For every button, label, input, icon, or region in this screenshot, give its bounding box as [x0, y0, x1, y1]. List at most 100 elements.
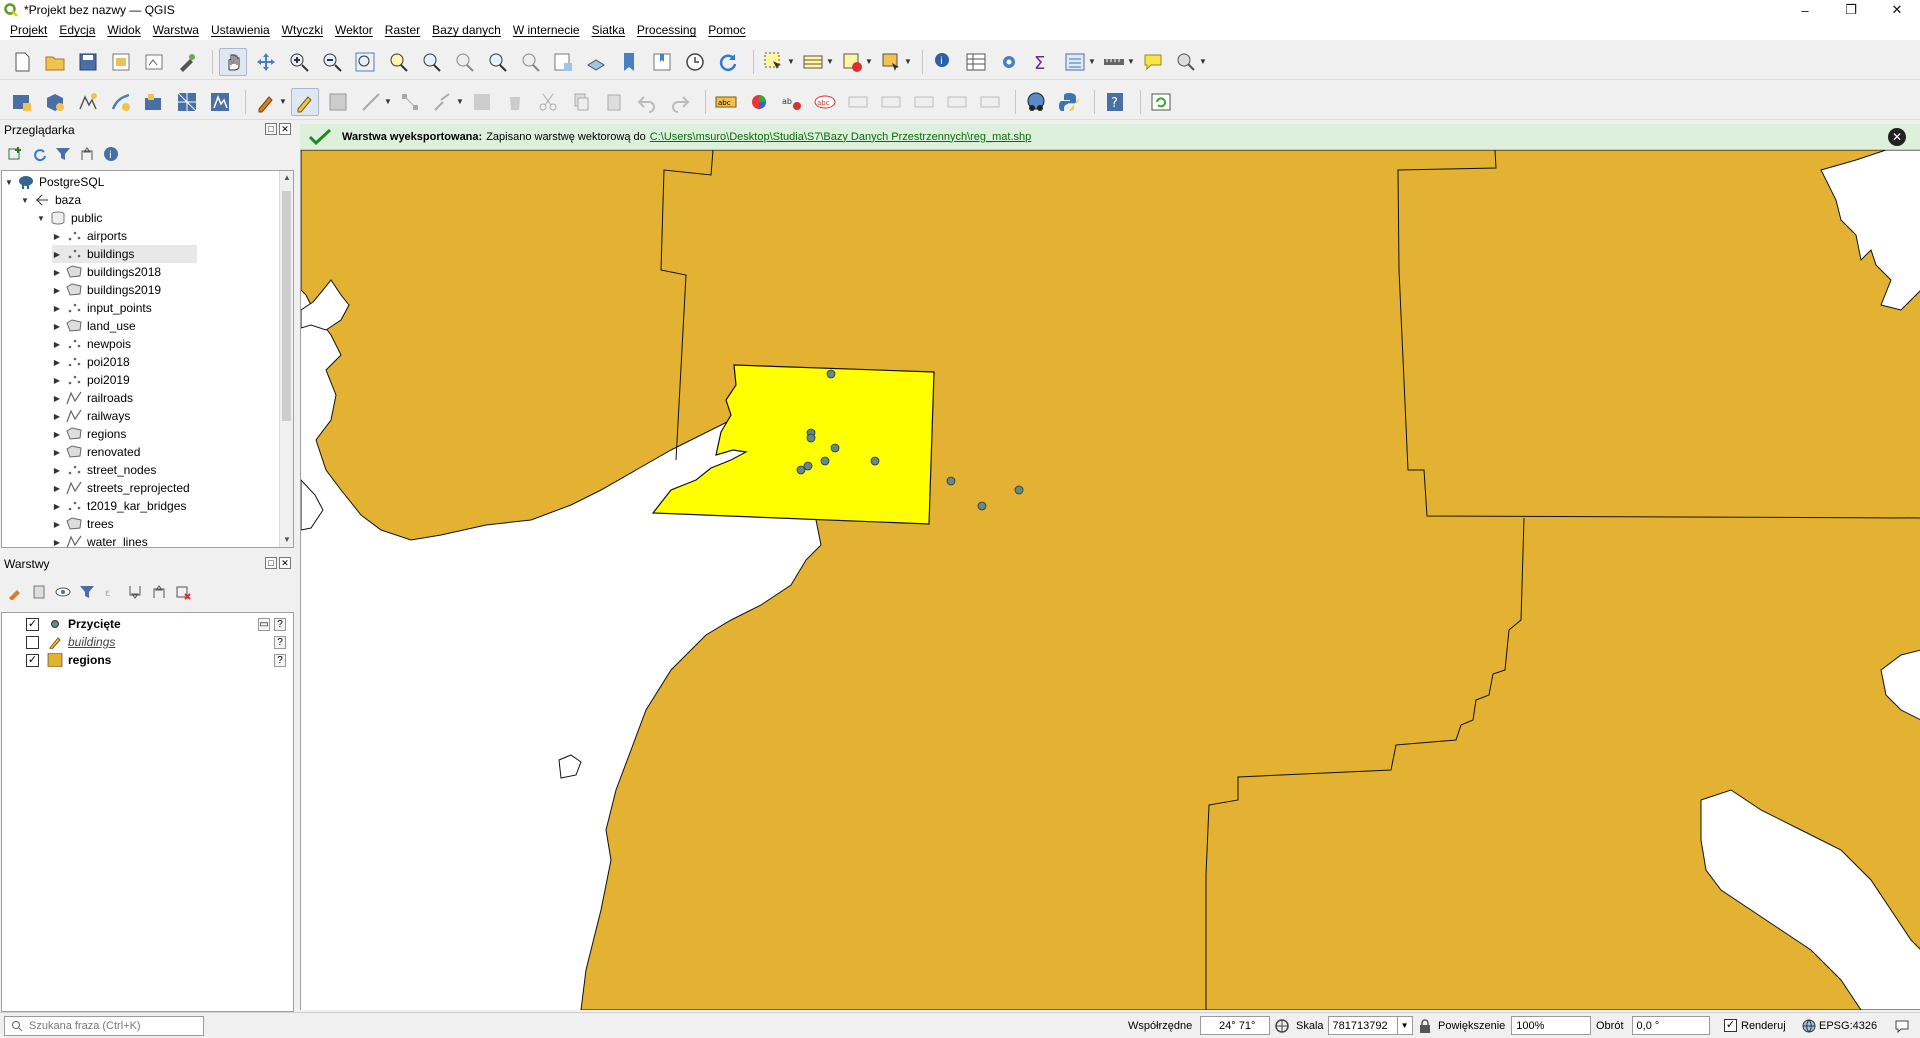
- menu-wtyczki[interactable]: Wtyczki: [276, 23, 329, 37]
- zoom-in-icon[interactable]: [285, 48, 313, 76]
- style-manager-icon[interactable]: [173, 48, 201, 76]
- copy-features-icon[interactable]: [567, 88, 595, 116]
- tree-item-table[interactable]: ▶ streets_reprojected: [52, 479, 190, 497]
- chevron-right-icon[interactable]: ▶: [52, 520, 62, 529]
- chevron-down-icon[interactable]: ▼: [279, 97, 287, 106]
- new-3d-view-icon[interactable]: [582, 48, 610, 76]
- locator-search-icon[interactable]: [1172, 48, 1200, 76]
- minimize-button[interactable]: –: [1782, 0, 1828, 20]
- label-toolbar-icon[interactable]: abc: [712, 88, 740, 116]
- cut-features-icon[interactable]: [534, 88, 562, 116]
- chevron-down-icon[interactable]: ▼: [36, 214, 46, 223]
- redo-icon[interactable]: [666, 88, 694, 116]
- maximize-button[interactable]: ❐: [1828, 0, 1874, 20]
- chevron-right-icon[interactable]: ▶: [52, 304, 62, 313]
- change-label-icon[interactable]: [976, 88, 1004, 116]
- layer-visibility-checkbox[interactable]: ✓: [26, 653, 39, 667]
- clipped-point[interactable]: [870, 456, 880, 466]
- zoom-last-icon[interactable]: [483, 48, 511, 76]
- open-field-calculator-icon[interactable]: [1061, 48, 1089, 76]
- chevron-down-icon[interactable]: ▼: [1127, 57, 1135, 66]
- menu-edycja[interactable]: Edycja: [53, 23, 101, 37]
- filter-legend-icon[interactable]: [78, 583, 96, 601]
- zoom-full-icon[interactable]: [351, 48, 379, 76]
- locator-search-input[interactable]: Szukana fraza (Ctrl+K): [4, 1016, 204, 1036]
- select-features-icon[interactable]: [760, 48, 788, 76]
- refresh-icon[interactable]: [714, 48, 742, 76]
- scroll-up-icon[interactable]: ▲: [280, 171, 293, 185]
- select-by-location-icon[interactable]: [877, 48, 905, 76]
- chevron-down-icon[interactable]: ▼: [787, 57, 795, 66]
- data-source-manager-icon[interactable]: [8, 88, 36, 116]
- clipped-point[interactable]: [977, 501, 987, 511]
- tree-item-table[interactable]: ▶ t2019_kar_bridges: [52, 497, 186, 515]
- manage-visibility-icon[interactable]: [54, 583, 72, 601]
- remove-layer-icon[interactable]: [174, 583, 192, 601]
- chevron-down-icon[interactable]: ▼: [1199, 57, 1207, 66]
- diagram-options-icon[interactable]: [745, 88, 773, 116]
- rotation-field[interactable]: 0,0 °: [1631, 1016, 1710, 1035]
- chevron-right-icon[interactable]: ▶: [52, 538, 62, 547]
- tree-item-table[interactable]: ▶ poi2018: [52, 353, 130, 371]
- chevron-right-icon[interactable]: ▶: [52, 340, 62, 349]
- clipped-point[interactable]: [830, 443, 840, 453]
- close-message-icon[interactable]: ✕: [1888, 128, 1906, 146]
- chevron-down-icon[interactable]: ▼: [865, 57, 873, 66]
- layer-help-icon[interactable]: ?: [274, 617, 286, 631]
- tree-item-table[interactable]: ▶ railways: [52, 407, 130, 425]
- clipped-point[interactable]: [806, 433, 816, 443]
- collapse-all-icon[interactable]: [78, 145, 96, 163]
- plugin-update-icon[interactable]: [1147, 88, 1175, 116]
- scrollbar-thumb[interactable]: [282, 191, 291, 421]
- chevron-right-icon[interactable]: ▶: [52, 322, 62, 331]
- save-layer-edits-icon[interactable]: [324, 88, 352, 116]
- paste-features-icon[interactable]: [600, 88, 628, 116]
- zoom-out-icon[interactable]: [318, 48, 346, 76]
- layer-item-przyciete[interactable]: ✓ Przycięte ▭ ?: [2, 615, 292, 633]
- zoom-to-selection-icon[interactable]: [384, 48, 412, 76]
- chevron-down-icon[interactable]: ▼: [4, 178, 14, 187]
- tree-item-table[interactable]: ▶ trees: [52, 515, 114, 533]
- menu-projekt[interactable]: Projekt: [4, 23, 53, 37]
- map-tips-icon[interactable]: [1139, 48, 1167, 76]
- message-log-icon[interactable]: [1894, 1018, 1910, 1034]
- pin-label-icon[interactable]: [844, 88, 872, 116]
- message-path-link[interactable]: C:\Users\msuro\Desktop\Studia\S7\Bazy Da…: [650, 131, 1032, 143]
- measure-line-icon[interactable]: [1100, 48, 1128, 76]
- layer-styling-icon[interactable]: [6, 583, 24, 601]
- browser-scrollbar[interactable]: ▲ ▼: [279, 171, 293, 547]
- chevron-right-icon[interactable]: ▶: [52, 394, 62, 403]
- temporal-controller-icon[interactable]: [681, 48, 709, 76]
- layer-feature-count-icon[interactable]: ▭: [258, 617, 270, 631]
- settings-gear-icon[interactable]: [995, 48, 1023, 76]
- new-shapefile-icon[interactable]: [74, 88, 102, 116]
- tree-item-table[interactable]: ▶ airports: [52, 227, 127, 245]
- add-group-icon[interactable]: [30, 583, 48, 601]
- open-project-icon[interactable]: [41, 48, 69, 76]
- chevron-right-icon[interactable]: ▶: [52, 430, 62, 439]
- new-geopackage-icon[interactable]: [41, 88, 69, 116]
- metasearch-icon[interactable]: [1022, 88, 1050, 116]
- layout-manager-icon[interactable]: [140, 48, 168, 76]
- chevron-right-icon[interactable]: ▶: [52, 502, 62, 511]
- menu-widok[interactable]: Widok: [101, 23, 146, 37]
- show-bookmarks-icon[interactable]: [648, 48, 676, 76]
- tree-item-schema[interactable]: ▼ public: [36, 209, 102, 227]
- identify-features-icon[interactable]: i: [929, 48, 957, 76]
- select-by-value-icon[interactable]: [799, 48, 827, 76]
- undo-icon[interactable]: [633, 88, 661, 116]
- menu-bazy-danych[interactable]: Bazy danych: [426, 23, 507, 37]
- new-print-layout-icon[interactable]: [107, 48, 135, 76]
- new-spatialite-icon[interactable]: [107, 88, 135, 116]
- chevron-down-icon[interactable]: ▼: [456, 97, 464, 106]
- pan-map-icon[interactable]: [219, 47, 247, 76]
- chevron-down-icon[interactable]: ▼: [826, 57, 834, 66]
- layer-help-icon[interactable]: ?: [274, 635, 286, 649]
- menu-siatka[interactable]: Siatka: [586, 23, 631, 37]
- chevron-right-icon[interactable]: ▶: [52, 232, 62, 241]
- chevron-right-icon[interactable]: ▶: [52, 250, 62, 259]
- modify-attributes-icon[interactable]: [468, 88, 496, 116]
- scale-field[interactable]: 781713792: [1327, 1016, 1398, 1035]
- chevron-right-icon[interactable]: ▶: [52, 412, 62, 421]
- tree-item-postgresql[interactable]: ▼ PostgreSQL: [4, 173, 104, 191]
